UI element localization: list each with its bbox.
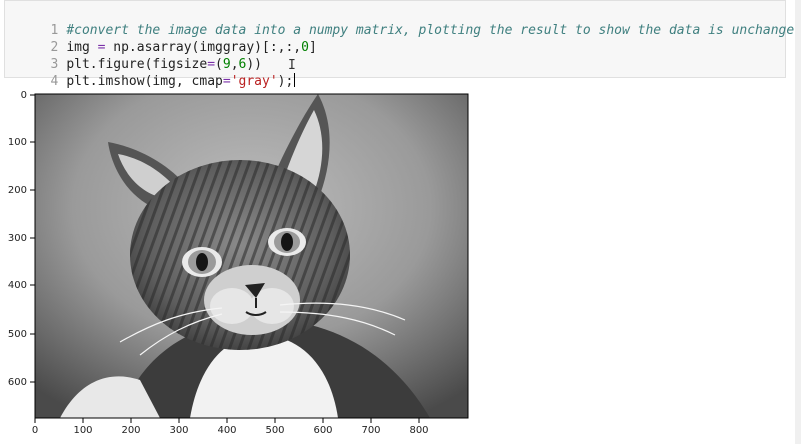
code-line-4: 4 plt.imshow(img, cmap='gray'); [5, 56, 296, 89]
x-axis: 0 100 200 300 400 500 600 700 800 [32, 418, 429, 436]
y-tick-label: 600 [8, 377, 27, 388]
x-tick-label: 0 [32, 425, 38, 436]
x-tick-label: 300 [169, 425, 188, 436]
vertical-scrollbar[interactable] [795, 0, 801, 444]
code-line-3: 3 plt.figure(figsize=(9,6)) [5, 39, 262, 72]
cell-output: 0 100 200 300 400 500 600 0 100 200 300 … [0, 80, 795, 444]
cat-image [35, 94, 468, 418]
y-tick-label: 300 [8, 233, 27, 244]
y-axis: 0 100 200 300 400 500 600 [8, 90, 35, 388]
y-tick-label: 0 [21, 90, 27, 101]
y-tick-label: 100 [8, 137, 27, 148]
mouse-ibeam-cursor-icon: I [288, 58, 296, 73]
x-tick-label: 500 [265, 425, 284, 436]
x-tick-label: 700 [361, 425, 380, 436]
code-number: 0 [301, 40, 309, 55]
imshow-plot: 0 100 200 300 400 500 600 0 100 200 300 … [8, 90, 469, 436]
y-tick-label: 200 [8, 185, 27, 196]
x-tick-label: 200 [121, 425, 140, 436]
x-tick-label: 600 [313, 425, 332, 436]
code-token: ] [308, 40, 317, 55]
x-tick-label: 100 [73, 425, 92, 436]
y-tick-label: 400 [8, 280, 27, 291]
x-tick-label: 400 [217, 425, 236, 436]
code-line-2: 2 img = np.asarray(imggray)[:,:,0] [5, 22, 316, 55]
code-line-1: 1 #convert the image data into a numpy ma… [5, 5, 801, 38]
y-tick-label: 500 [8, 329, 27, 340]
code-cell-input[interactable]: 1 #convert the image data into a numpy ma… [4, 0, 801, 89]
x-tick-label: 800 [409, 425, 428, 436]
